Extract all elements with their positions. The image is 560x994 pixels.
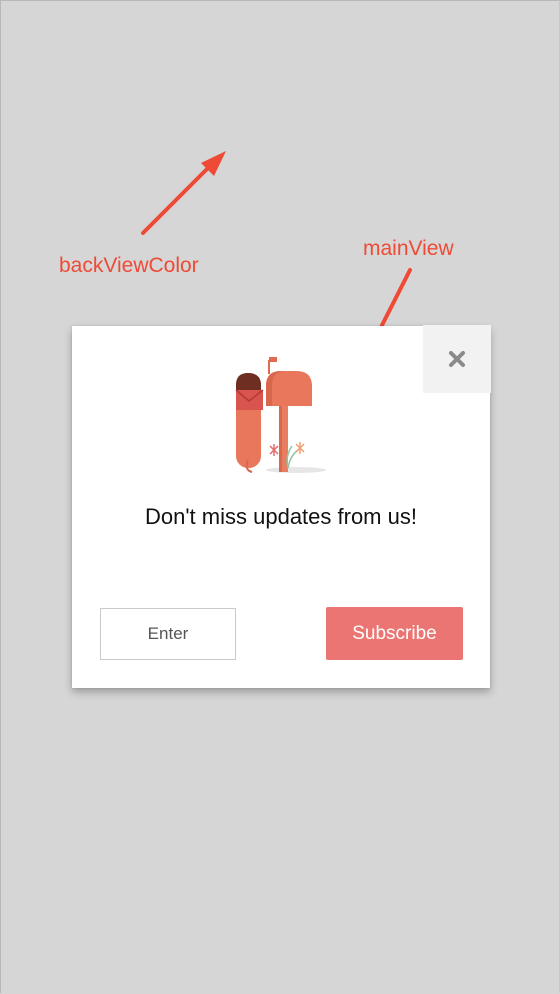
back-view-arrow [141,151,226,235]
close-icon [449,351,465,367]
dialog-headline: Don't miss updates from us! [145,504,417,529]
main-view-label: mainView [363,237,454,260]
back-view-color-label: backViewColor [59,254,199,277]
subscribe-dialog: Don't miss updates from us! Subscribe [72,325,491,688]
subscribe-button[interactable]: Subscribe [326,607,463,660]
email-input[interactable] [100,608,236,660]
close-button[interactable] [423,325,491,393]
mailbox-icon [235,357,326,473]
